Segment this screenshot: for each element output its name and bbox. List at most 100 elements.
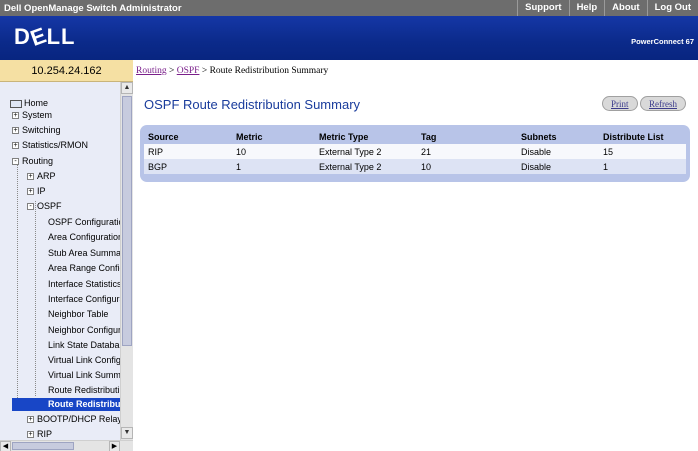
breadcrumb-ospf-link[interactable]: OSPF xyxy=(177,66,200,76)
refresh-button[interactable]: Refresh xyxy=(640,96,686,111)
redistribution-table: Source Metric Metric Type Tag Subnets Di… xyxy=(144,130,686,174)
nav-item-label: Neighbor Table xyxy=(48,309,109,319)
nav-item-routing[interactable]: - Routing xyxy=(12,155,53,168)
nav-item-label: Virtual Link Config xyxy=(48,355,121,365)
redistribution-table-frame: Source Metric Metric Type Tag Subnets Di… xyxy=(140,125,690,182)
collapse-icon[interactable]: - xyxy=(12,158,19,166)
top-links: Support Help About Log Out xyxy=(517,0,698,16)
column-header-tag: Tag xyxy=(421,132,437,142)
nav-item-label: Virtual Link Summ xyxy=(48,370,121,380)
nav-item-statistics[interactable]: + Statistics/RMON xyxy=(12,139,88,152)
nav-item-bootp-dhcp-relay[interactable]: + BOOTP/DHCP Relay xyxy=(27,413,122,426)
nav-item-area-range-config[interactable]: Area Range Config xyxy=(48,262,125,275)
expand-icon[interactable]: + xyxy=(12,142,19,150)
support-link[interactable]: Support xyxy=(517,0,568,16)
nav-item-label: Area Range Config xyxy=(48,263,125,273)
cell-source: BGP xyxy=(144,159,232,174)
nav-item-arp[interactable]: + ARP xyxy=(27,170,56,183)
about-link[interactable]: About xyxy=(604,0,646,16)
nav-vertical-scrollbar[interactable]: ▲ ▼ xyxy=(120,82,133,440)
nav-item-label: Interface Configura xyxy=(48,294,125,304)
nav-item-route-redistribution-summary[interactable]: Route Redistribu xyxy=(12,398,121,411)
expand-icon[interactable]: + xyxy=(27,173,34,181)
tree-guide xyxy=(35,201,36,396)
column-header-metric: Metric xyxy=(236,132,263,142)
nav-item-ip[interactable]: + IP xyxy=(27,185,46,198)
breadcrumb-current: Route Redistribution Summary xyxy=(209,66,329,76)
nav-item-neighbor-table[interactable]: Neighbor Table xyxy=(48,308,108,321)
nav-item-label: RIP xyxy=(37,429,53,439)
dell-logo: DELL xyxy=(14,22,76,51)
table-row: BGP 1 External Type 2 10 Disable 1 xyxy=(144,159,686,174)
nav-item-label: BOOTP/DHCP Relay xyxy=(37,414,122,424)
nav-item-area-configuration[interactable]: Area Configuration xyxy=(48,231,123,244)
nav-item-label: Interface Statistics xyxy=(48,279,122,289)
nav-item-label: OSPF xyxy=(37,201,62,211)
cell-metric-type: External Type 2 xyxy=(315,159,417,174)
nav-item-switching[interactable]: + Switching xyxy=(12,124,61,137)
nav-item-stub-area-summary[interactable]: Stub Area Summa xyxy=(48,247,121,260)
breadcrumb-separator: > xyxy=(169,66,175,76)
nav-item-ospf-configuration[interactable]: OSPF Configuratic xyxy=(48,216,123,229)
nav-item-interface-statistics[interactable]: Interface Statistics xyxy=(48,278,122,291)
print-button[interactable]: Print xyxy=(602,96,638,111)
nav-item-label: IP xyxy=(37,186,46,196)
logout-link[interactable]: Log Out xyxy=(646,0,698,16)
page-title: OSPF Route Redistribution Summary xyxy=(144,97,361,112)
table-row: RIP 10 External Type 2 21 Disable 15 xyxy=(144,144,686,159)
nav-item-virtual-link-summary[interactable]: Virtual Link Summ xyxy=(48,369,121,382)
app-title: Dell OpenManage Switch Administrator xyxy=(4,3,182,14)
nav-item-route-redistribution-config[interactable]: Route Redistributi xyxy=(48,384,120,397)
scroll-thumb[interactable] xyxy=(122,96,132,346)
scroll-thumb[interactable] xyxy=(12,442,74,450)
cell-metric-type: External Type 2 xyxy=(315,144,417,159)
expand-icon[interactable]: + xyxy=(12,127,19,135)
scroll-down-icon[interactable]: ▼ xyxy=(121,427,133,439)
nav-item-link-state-database[interactable]: Link State Databa xyxy=(48,339,120,352)
cell-distribute-list: 1 xyxy=(599,159,686,174)
scroll-left-icon[interactable]: ◀ xyxy=(0,441,11,451)
home-icon xyxy=(10,99,22,108)
nav-item-virtual-link-config[interactable]: Virtual Link Config xyxy=(48,354,121,367)
nav-item-label: OSPF Configuratic xyxy=(48,217,124,227)
header-banner: DELL PowerConnect 67 xyxy=(0,16,698,60)
breadcrumb-separator: > xyxy=(201,66,208,76)
scroll-up-icon[interactable]: ▲ xyxy=(121,82,133,94)
nav-item-interface-configuration[interactable]: Interface Configura xyxy=(48,293,125,306)
nav-item-neighbor-configuration[interactable]: Neighbor Configura xyxy=(48,324,126,337)
nav-item-label: Route Redistributi xyxy=(48,385,120,395)
nav-horizontal-scrollbar[interactable]: ◀ ▶ xyxy=(0,440,133,451)
nav-item-label: Area Configuration xyxy=(48,232,124,242)
tree-guide xyxy=(17,162,18,410)
expand-icon[interactable]: + xyxy=(27,431,34,439)
nav-item-label: Switching xyxy=(22,125,61,135)
nav-item-label: Routing xyxy=(22,156,54,166)
expand-icon[interactable]: + xyxy=(27,188,34,196)
cell-metric: 1 xyxy=(232,159,315,174)
column-header-source: Source xyxy=(148,132,179,142)
cell-source: RIP xyxy=(144,144,232,159)
nav-item-label: Statistics/RMON xyxy=(22,140,89,150)
device-ip-header: 10.254.24.162 xyxy=(0,60,133,82)
breadcrumb-routing-link[interactable]: Routing xyxy=(136,66,167,76)
nav-item-label: Neighbor Configura xyxy=(48,325,127,335)
expand-icon[interactable]: + xyxy=(27,416,34,424)
collapse-icon[interactable]: - xyxy=(27,203,34,211)
cell-subnets: Disable xyxy=(517,144,599,159)
breadcrumb: Routing > OSPF > Route Redistribution Su… xyxy=(136,60,328,82)
nav-item-ospf[interactable]: - OSPF xyxy=(27,200,62,213)
nav-item-system[interactable]: + System xyxy=(12,109,52,122)
cell-subnets: Disable xyxy=(517,159,599,174)
nav-item-label: ARP xyxy=(37,171,56,181)
column-header-distribute-list: Distribute List xyxy=(603,132,664,142)
cell-distribute-list: 15 xyxy=(599,144,686,159)
nav-item-label: System xyxy=(22,110,53,120)
column-header-subnets: Subnets xyxy=(521,132,557,142)
cell-tag: 10 xyxy=(417,159,517,174)
cell-metric: 10 xyxy=(232,144,315,159)
help-link[interactable]: Help xyxy=(568,0,605,16)
scroll-right-icon[interactable]: ▶ xyxy=(109,441,120,451)
nav-item-label: Home xyxy=(24,98,49,108)
table-header-row: Source Metric Metric Type Tag Subnets Di… xyxy=(144,130,686,144)
expand-icon[interactable]: + xyxy=(12,112,19,120)
